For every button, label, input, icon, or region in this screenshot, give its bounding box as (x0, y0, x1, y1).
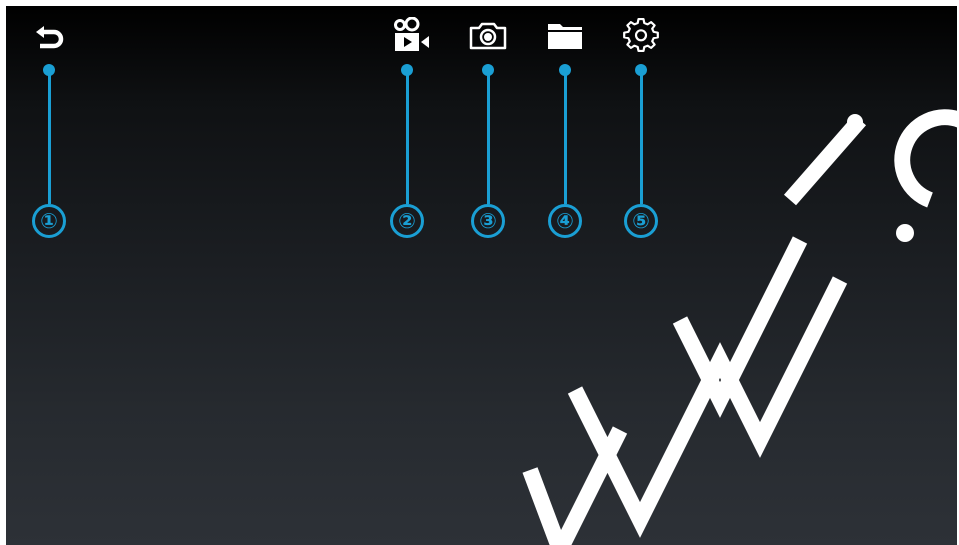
screen: ① ② ③ ④ ⑤ (6, 6, 957, 545)
files-button[interactable] (545, 16, 585, 56)
callout-line (405, 70, 409, 204)
video-camera-icon (394, 17, 429, 51)
callout-number: ⑤ (624, 204, 658, 238)
settings-button[interactable] (621, 16, 661, 56)
video-record-button[interactable] (392, 16, 432, 56)
callout-line (486, 70, 490, 204)
back-button[interactable] (30, 16, 70, 56)
folder-icon (548, 24, 582, 49)
callout-number: ① (32, 204, 66, 238)
callout-line (47, 70, 51, 204)
callout-number: ③ (471, 204, 505, 238)
callout-line (639, 70, 643, 204)
gear-icon (623, 18, 659, 53)
callout-line (563, 70, 567, 204)
photo-capture-button[interactable] (468, 16, 508, 56)
camera-icon (469, 22, 507, 50)
callout-number: ④ (548, 204, 582, 238)
callout-number: ② (390, 204, 424, 238)
back-arrow-icon (36, 26, 64, 49)
